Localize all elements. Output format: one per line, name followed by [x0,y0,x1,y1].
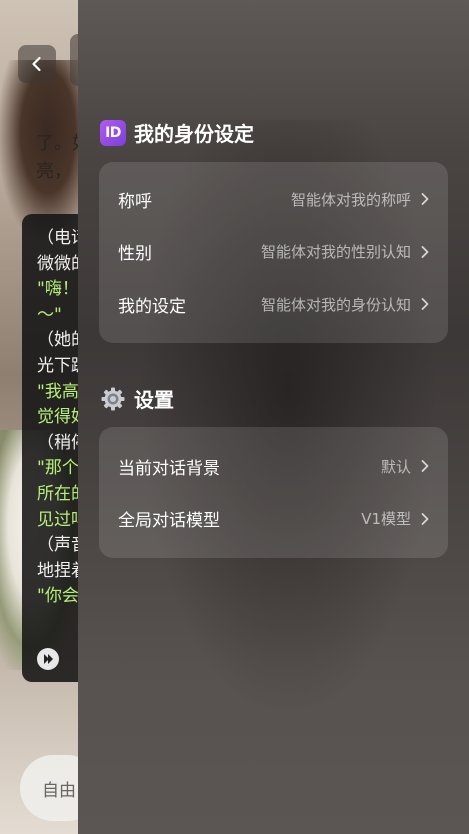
chat-input-placeholder: 自由 [42,780,76,801]
row-label: 我的设定 [118,296,186,317]
row-value: V1模型 [361,510,411,529]
identity-section-title: 我的身份设定 [134,122,254,146]
gear-icon [100,386,126,412]
identity-card: 称呼 智能体对我的称呼 性别 智能体对我的性别认知 我的设定 智能体对我的身份认… [99,162,448,343]
row-label: 全局对话模型 [118,511,220,532]
row-nickname[interactable]: 称呼 智能体对我的称呼 [99,173,448,226]
settings-drawer: ID 我的身份设定 称呼 智能体对我的称呼 性别 智能体对我的性别认知 我的设定… [78,0,469,834]
row-label: 当前对话背景 [118,458,220,479]
chevron-right-icon [420,192,432,206]
row-value: 智能体对我的性别认知 [260,243,411,262]
row-my-persona[interactable]: 我的设定 智能体对我的身份认知 [99,278,448,331]
settings-section-header: 设置 [100,384,174,413]
chevron-left-icon [32,56,41,72]
row-label: 性别 [118,244,152,265]
id-icon: ID [100,119,126,146]
chevron-right-icon [420,459,432,473]
row-chat-background[interactable]: 当前对话背景 默认 [99,440,448,493]
play-audio-button[interactable] [37,648,59,670]
settings-card: 当前对话背景 默认 全局对话模型 V1模型 [99,427,448,558]
row-chat-model[interactable]: 全局对话模型 V1模型 [99,493,448,546]
identity-section-header: ID 我的身份设定 [100,118,254,147]
back-button[interactable] [18,45,56,83]
settings-section-title: 设置 [134,388,174,412]
row-value: 智能体对我的身份认知 [260,295,411,314]
play-icon [44,654,53,664]
chevron-right-icon [420,245,432,259]
row-value: 智能体对我的称呼 [290,190,411,209]
chevron-right-icon [420,297,432,311]
row-gender[interactable]: 性别 智能体对我的性别认知 [99,226,448,279]
id-icon-label: ID [100,119,126,146]
row-label: 称呼 [118,191,152,212]
row-value: 默认 [380,457,411,476]
chevron-right-icon [420,512,432,526]
